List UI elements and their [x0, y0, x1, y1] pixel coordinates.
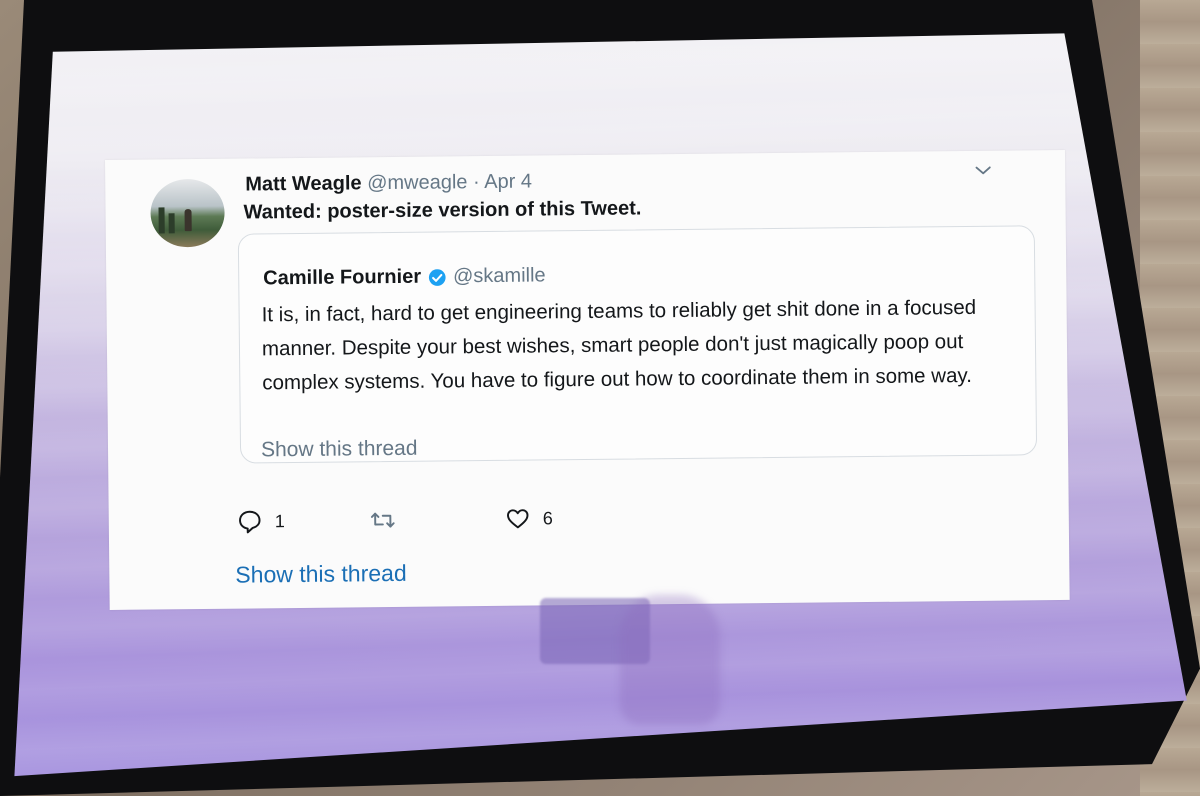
reply-count: 1 — [274, 510, 285, 531]
tweet-card: Matt Weagle @mweagle · Apr 4 Wanted: pos… — [105, 149, 1070, 610]
quoted-author-name: Camille Fournier — [263, 265, 422, 290]
avatar-person — [184, 209, 192, 232]
quoted-author-handle: @skamille — [452, 264, 546, 288]
reply-icon — [239, 510, 261, 534]
author-name: Matt Weagle — [245, 172, 362, 196]
tweet-header: Matt Weagle @mweagle · Apr 4 — [245, 171, 532, 197]
tweet-date: Apr 4 — [484, 170, 533, 194]
avatar — [150, 178, 225, 248]
tweet-actions: 1 6 — [237, 504, 657, 538]
avatar-tree — [168, 213, 175, 234]
reply-button[interactable]: 1 — [237, 508, 285, 535]
retweet-icon — [370, 512, 395, 528]
tweet-text-bold: Wanted — [243, 200, 316, 224]
quoted-show-thread[interactable]: Show this thread — [261, 437, 418, 463]
show-thread-link[interactable]: Show this thread — [235, 560, 407, 589]
photo-scene: Matt Weagle @mweagle · Apr 4 Wanted: pos… — [0, 0, 1200, 796]
chevron-down-icon[interactable] — [973, 161, 993, 181]
quoted-text: It is, in fact, hard to get engineering … — [261, 295, 977, 395]
like-count: 6 — [542, 507, 553, 528]
tweet-text-rest: : poster-size version of this Tweet. — [314, 197, 642, 223]
retweet-button[interactable] — [370, 507, 408, 533]
tweet-text: Wanted: poster-size version of this Twee… — [243, 197, 641, 224]
verified-badge-icon — [427, 267, 447, 287]
avatar-tree — [158, 207, 165, 234]
quoted-header: Camille Fournier @skamille — [263, 264, 546, 290]
header-separator: · — [472, 171, 480, 194]
heart-icon — [507, 509, 529, 529]
author-handle: @mweagle — [367, 171, 468, 195]
like-button[interactable]: 6 — [505, 505, 553, 532]
hand-reflection — [620, 595, 720, 725]
quoted-tweet[interactable]: Camille Fournier @skamille It is, in fac… — [237, 225, 1038, 464]
